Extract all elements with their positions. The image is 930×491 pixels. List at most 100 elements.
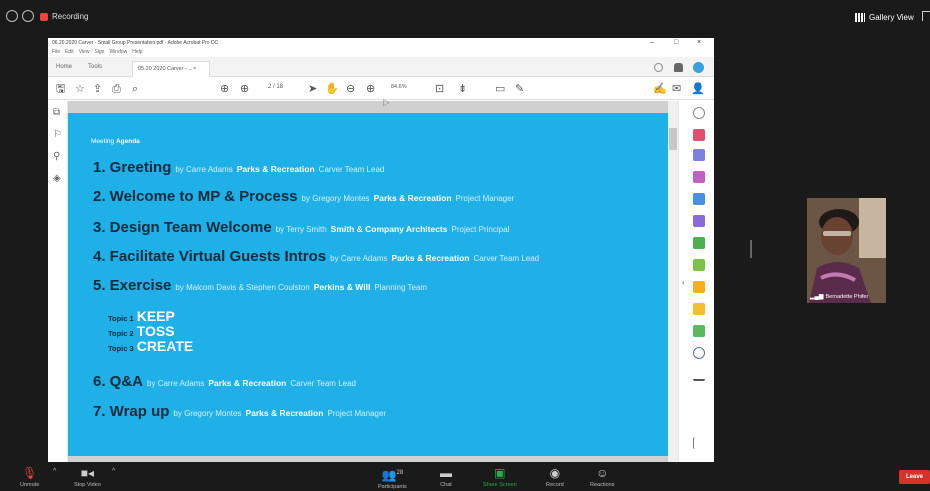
scroll-mode-icon[interactable]: ⇟ <box>458 82 467 96</box>
participants-icon: 👥28 <box>381 468 404 482</box>
help-icon[interactable] <box>654 63 663 72</box>
tab-bar: Home Tools 05.20 2020 Carver -... × <box>48 57 714 77</box>
fullscreen-icon[interactable] <box>922 11 930 21</box>
agenda-item-title: 4. Facilitate Virtual Guests Intros <box>93 248 327 265</box>
agenda-item-org: Perkins & Will <box>313 282 371 292</box>
menu-help[interactable]: Help <box>132 48 142 57</box>
page-up-icon[interactable]: ⊕ <box>220 82 229 96</box>
topic-label: Topic 3 <box>108 344 134 353</box>
agenda-heading-bold: Agenda <box>115 138 140 145</box>
export-pdf-icon[interactable] <box>693 129 705 141</box>
create-pdf-icon[interactable] <box>693 149 705 161</box>
menu-view[interactable]: View <box>79 48 90 57</box>
comment-tool-icon[interactable] <box>693 281 705 293</box>
leave-button[interactable]: Leave <box>899 470 930 484</box>
record-button[interactable]: ◉ Record <box>546 467 564 489</box>
recording-icon <box>40 13 48 21</box>
stamp-icon[interactable] <box>693 303 705 315</box>
shared-screen-acrobat: 06.20.2020 Carver - Small Group Presenta… <box>48 38 714 462</box>
agenda-item-title: 1. Greeting <box>93 159 172 176</box>
left-nav-rail: ⧉ ⚐ ⚲ ◈ <box>48 101 68 462</box>
page-down-icon[interactable]: ⊕ <box>240 82 249 96</box>
tab-tools[interactable]: Tools <box>88 62 102 72</box>
scan-icon[interactable] <box>693 237 705 249</box>
print-icon[interactable]: ⎙ <box>112 82 121 96</box>
more-tools-icon[interactable] <box>693 369 705 381</box>
page-indicator[interactable]: 2 / 18 <box>268 84 283 90</box>
tab-home[interactable]: Home <box>56 62 72 72</box>
layers-icon[interactable]: ◈ <box>53 173 63 184</box>
email-icon[interactable]: ✉ <box>672 82 681 96</box>
comment-icon[interactable]: ▭ <box>495 82 505 96</box>
agenda-item-role: Project Manager <box>327 409 387 418</box>
agenda-item-title: 3. Design Team Welcome <box>93 219 272 236</box>
protect-icon[interactable] <box>693 259 705 271</box>
save-icon[interactable]: 🖫 <box>56 82 65 96</box>
agenda-item-presenter: by Gregory Montes <box>173 409 242 418</box>
agenda-item: 2. Welcome to MP & Process by Gregory Mo… <box>93 188 514 205</box>
shield-icon[interactable] <box>22 10 34 22</box>
vertical-scrollbar[interactable] <box>668 101 678 462</box>
zoom-in-icon[interactable]: ⊕ <box>366 82 375 96</box>
menu-edit[interactable]: Edit <box>65 48 74 57</box>
reactions-label: Reactions <box>590 482 615 488</box>
menu-sign[interactable]: Sign <box>94 48 104 57</box>
edit-pdf-icon[interactable] <box>693 171 705 183</box>
account-avatar[interactable] <box>693 62 704 73</box>
topic-row: Topic 1 KEEP <box>108 308 175 324</box>
chat-label: Chat <box>440 482 452 488</box>
participants-button[interactable]: 👥28 Participants <box>378 467 407 491</box>
menu-file[interactable]: File <box>52 48 60 57</box>
fit-page-icon[interactable]: ⊡ <box>435 82 444 96</box>
upload-icon[interactable]: ⇪ <box>93 82 102 96</box>
reactions-button[interactable]: ☺ Reactions <box>590 467 615 489</box>
hand-icon[interactable]: ✋ <box>325 82 339 96</box>
bookmark-icon[interactable]: ⚐ <box>53 129 63 140</box>
chat-button[interactable]: ▬ Chat <box>440 466 452 489</box>
gallery-view-button[interactable]: Gallery View <box>855 10 914 24</box>
bell-icon[interactable] <box>674 63 683 72</box>
participant-video-tile[interactable]: ▂▄▆ Bernadette Phifer <box>807 198 886 303</box>
topic-row: Topic 3 CREATE <box>108 338 193 354</box>
audio-options-chevron-icon[interactable]: ^ <box>53 468 56 475</box>
unmute-button[interactable]: 🎙 Unmute <box>20 467 39 489</box>
maximize-icon[interactable]: □ <box>674 38 678 48</box>
shield-tool-icon[interactable] <box>693 347 705 359</box>
share-user-icon[interactable]: 👤 <box>691 82 705 96</box>
zoom-level[interactable]: 84.6% <box>391 84 407 90</box>
menu-window[interactable]: Window <box>109 48 127 57</box>
participant-video <box>807 198 886 303</box>
expand-pane-icon[interactable] <box>693 437 705 449</box>
document-area: Meeting Agenda 1. Greeting by Carre Adam… <box>68 101 668 462</box>
organize-pages-icon[interactable] <box>693 193 705 205</box>
share-screen-icon: ▣ <box>494 466 506 480</box>
copy-icon[interactable]: ⧉ <box>53 107 63 118</box>
agenda-item-role: Planning Team <box>374 283 428 292</box>
sign-icon[interactable]: ✍ <box>653 82 667 96</box>
tab-document[interactable]: 05.20 2020 Carver -... × <box>132 61 210 77</box>
chat-icon: ▬ <box>440 466 452 480</box>
fill-sign-icon[interactable] <box>693 215 705 227</box>
collapse-arrow-icon[interactable]: ‹ <box>682 278 688 287</box>
star-icon[interactable]: ☆ <box>75 82 85 96</box>
share-tool-icon[interactable] <box>693 325 705 337</box>
search-icon[interactable] <box>693 107 705 119</box>
panel-divider[interactable] <box>750 240 752 258</box>
close-icon[interactable]: × <box>697 38 701 48</box>
select-cursor-icon[interactable]: ➤ <box>308 82 317 96</box>
search-icon[interactable]: ⌕ <box>132 82 138 96</box>
zoom-out-icon[interactable]: ⊖ <box>346 82 355 96</box>
stop-video-button[interactable]: ■◂ Stop Video <box>74 467 101 489</box>
share-screen-label: Share Screen <box>483 482 517 488</box>
minimize-icon[interactable]: – <box>650 38 654 48</box>
video-options-chevron-icon[interactable]: ^ <box>112 468 115 475</box>
scroll-thumb[interactable] <box>669 128 677 150</box>
attachment-icon[interactable]: ⚲ <box>53 151 63 162</box>
share-screen-button[interactable]: ▣ Share Screen <box>483 466 517 489</box>
agenda-item-presenter: by Carre Adams <box>175 165 233 174</box>
info-icon[interactable] <box>6 10 18 22</box>
agenda-item: 5. Exercise by Malcom Davis & Stephen Co… <box>93 277 427 294</box>
stop-video-label: Stop Video <box>74 482 101 488</box>
pen-icon[interactable]: ✎ <box>515 82 524 96</box>
agenda-item: 4. Facilitate Virtual Guests Intros by C… <box>93 248 539 265</box>
